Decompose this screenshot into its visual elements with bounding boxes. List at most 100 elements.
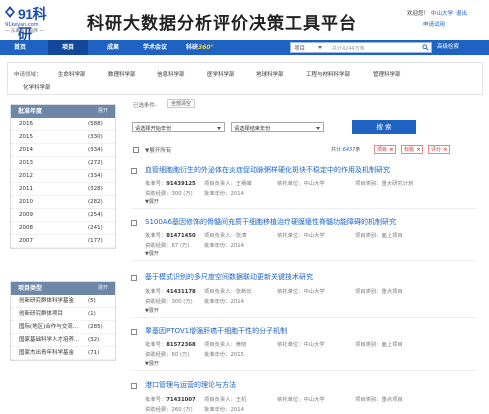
user-university-link[interactable]: 中山大学 xyxy=(431,11,453,17)
year-count: (254) xyxy=(88,212,103,218)
chevron-down-icon xyxy=(217,126,221,130)
result-expand-link[interactable]: ▼展开 xyxy=(145,198,159,205)
year-count: (330) xyxy=(88,134,103,140)
result-meta-row: 项目类别：重点项目 xyxy=(355,287,403,295)
result-title-link[interactable]: 基于模式识别的多尺度空间数据联动更新关键技术研究 xyxy=(145,272,313,282)
start-year-select[interactable]: 请选择开始年份 xyxy=(132,122,225,132)
sort-tag-project[interactable]: 项目 × xyxy=(374,145,397,154)
meta-value: 2014 xyxy=(230,191,244,197)
result-title-link[interactable]: 血管细胞胞衍生的外泌体在炎症促动脉粥样硬化斑块不稳定中的作用及机制研究 xyxy=(145,165,390,175)
nav-research-label: 科研 xyxy=(186,44,199,51)
result-expand-link[interactable]: ▼展开 xyxy=(145,307,159,314)
meta-key: 批准年份： xyxy=(204,299,231,305)
type-row[interactable]: 创新研究群体科学基金 (5) xyxy=(11,295,115,308)
year-row[interactable]: 2016 (588) xyxy=(11,118,115,131)
meta-value: 260 (万) xyxy=(171,407,193,413)
result-meta-row: 项目负责人：王赛峰 xyxy=(204,179,252,187)
year-row[interactable]: 2011 (328) xyxy=(11,183,115,196)
result-meta-row: 资助经费：67 (万) xyxy=(145,241,189,249)
field-option[interactable]: 工程与材料科学部 xyxy=(306,70,350,78)
close-icon[interactable]: × xyxy=(389,146,393,154)
year-row[interactable]: 2010 (282) xyxy=(11,196,115,209)
year-row[interactable]: 2014 (334) xyxy=(11,144,115,157)
welcome-text: 欢迎您！ xyxy=(406,11,429,17)
result-meta-row: 资助经费：260 (万) xyxy=(145,405,193,413)
field-option[interactable]: 管理科学部 xyxy=(373,70,401,78)
nav-achievements[interactable]: 成果 xyxy=(107,40,119,55)
expand-label: 展开 xyxy=(148,251,159,257)
year-row[interactable]: 2009 (254) xyxy=(11,209,115,222)
expand-all-link[interactable]: ▼展开所有 xyxy=(145,146,171,154)
result-title-link[interactable]: 睾基因PTOV1增强肝癌干细胞干性的分子机制 xyxy=(145,326,287,336)
year-row[interactable]: 2012 (334) xyxy=(11,170,115,183)
year-row[interactable]: 2015 (330) xyxy=(11,131,115,144)
nav-projects[interactable]: 项目 xyxy=(48,40,88,55)
search-icon[interactable] xyxy=(422,44,429,51)
year-label: 2010 xyxy=(19,199,33,205)
result-meta-row: 批准年份：2014 xyxy=(204,405,244,413)
year-row[interactable]: 2008 (241) xyxy=(11,222,115,235)
meta-key: 项目负责人： xyxy=(204,233,236,239)
result-checkbox[interactable] xyxy=(131,275,137,281)
field-option[interactable]: 化学科学部 xyxy=(23,83,51,91)
result-expand-link[interactable]: ▼展开 xyxy=(145,250,159,257)
meta-value: 60 (万) xyxy=(171,352,190,358)
chevron-down-icon xyxy=(316,126,320,130)
meta-key: 项目负责人： xyxy=(204,342,236,348)
sort-tag-title[interactable]: 标题 × xyxy=(401,145,424,154)
field-option[interactable]: 生命科学部 xyxy=(58,70,86,78)
result-checkbox[interactable] xyxy=(131,168,137,174)
site-logo[interactable]: 91科研 91keyan.com 一 东离加下品牌 一 xyxy=(3,4,55,42)
clear-all-button[interactable]: 全部清空 xyxy=(167,99,196,108)
selected-conditions-label: 已选条件: xyxy=(133,103,157,109)
nav-search-box[interactable]: 项目 共计4244万条 xyxy=(290,42,432,53)
tag-label: 标题 xyxy=(404,147,415,153)
apply-trial-link[interactable]: 申请试用 xyxy=(423,20,445,28)
year-count: (588) xyxy=(88,121,103,127)
type-row[interactable]: 国家基础科学人才培养... (32) xyxy=(11,334,115,347)
year-row[interactable]: 2013 (272) xyxy=(11,157,115,170)
search-input[interactable]: 共计4244万条 xyxy=(332,45,365,52)
logout-link[interactable]: 退出 xyxy=(456,11,467,17)
close-icon[interactable]: × xyxy=(416,146,420,154)
meta-value: 张涛 xyxy=(235,233,247,239)
type-row[interactable]: 国际(地区)合作与交流... (285) xyxy=(11,321,115,334)
result-title-link[interactable]: 港口管理与运营的理论与方法 xyxy=(145,380,236,390)
end-year-select[interactable]: 请选择结束年份 xyxy=(231,122,324,132)
year-label: 2012 xyxy=(19,173,33,179)
type-row[interactable]: 创新研究群体项目 (1) xyxy=(11,308,115,321)
result-expand-link[interactable]: ▼展开 xyxy=(145,360,159,367)
sort-tag-score[interactable]: 评分 × xyxy=(428,145,451,154)
meta-value: 王机 xyxy=(235,397,247,403)
meta-value: 重点项目 xyxy=(381,289,403,295)
nav-research-360[interactable]: 科研360° xyxy=(186,40,214,55)
meta-key: 项目类别： xyxy=(355,342,382,348)
nav-home[interactable]: 首页 xyxy=(14,40,26,55)
type-row[interactable]: 国家杰出青年科学基金 (71) xyxy=(11,347,115,360)
field-option[interactable]: 地球科学部 xyxy=(256,70,284,78)
meta-value: 2014 xyxy=(230,299,244,305)
advanced-search-link[interactable]: 高级检索 xyxy=(437,40,459,55)
nav-conferences[interactable]: 学术会议 xyxy=(143,40,167,55)
field-option[interactable]: 数理科学部 xyxy=(108,70,136,78)
search-type-select[interactable]: 项目 xyxy=(294,44,305,52)
result-meta-row: 依托单位：中山大学 xyxy=(277,287,325,295)
result-title-link[interactable]: S100A6基因修饰的骨髓间充质干细胞移植治疗硬膜瘘性脊髓功能障碍的机制研究 xyxy=(145,217,396,227)
result-checkbox[interactable] xyxy=(131,383,137,389)
field-option[interactable]: 医学科学部 xyxy=(207,70,235,78)
expand-label: 展开 xyxy=(148,361,159,367)
search-button[interactable]: 搜 索 xyxy=(352,120,416,134)
meta-key: 资助经费： xyxy=(145,243,172,249)
year-row[interactable]: 2007 (177) xyxy=(11,235,115,248)
result-checkbox[interactable] xyxy=(131,220,137,226)
result-checkbox[interactable] xyxy=(131,329,137,335)
type-count: (32) xyxy=(88,337,100,343)
type-panel-expand[interactable]: 展开 xyxy=(98,282,108,295)
select-all-checkbox[interactable] xyxy=(133,147,139,153)
meta-key: 项目负责人： xyxy=(204,397,236,403)
year-panel-expand[interactable]: 展开 xyxy=(98,105,108,118)
result-meta-row: 批准号：81572368 xyxy=(145,340,196,348)
close-icon[interactable]: × xyxy=(443,146,447,154)
meta-key: 批准号： xyxy=(145,289,167,295)
field-option[interactable]: 信息科学部 xyxy=(157,70,185,78)
